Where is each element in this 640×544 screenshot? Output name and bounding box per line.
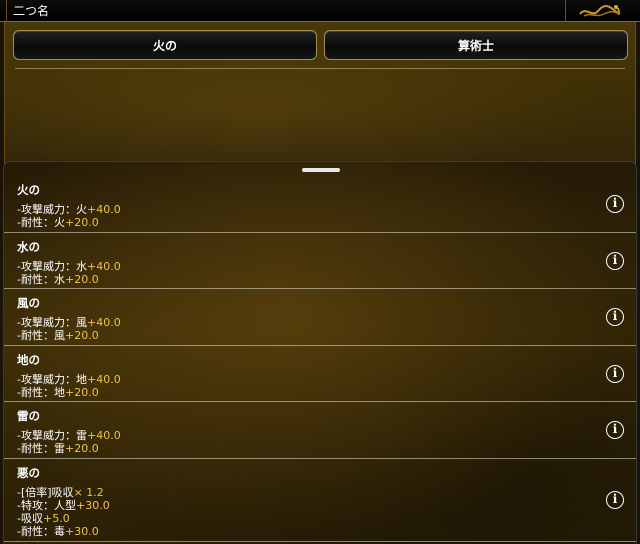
item-effects: -攻撃威力：水+40.0 -耐性：水+20.0	[17, 260, 121, 286]
info-icon[interactable]: i	[606, 308, 624, 326]
effect-label: -吸収	[17, 511, 43, 525]
item-effects: -[倍率]吸収× 1.2 -特攻：人型+30.0 -吸収+5.0 -耐性：毒+3…	[17, 486, 110, 538]
item-title: 雷の	[17, 409, 40, 423]
effect-label: -耐性：地	[17, 385, 65, 399]
effect-label: -耐性：火	[17, 216, 65, 229]
info-icon[interactable]: i	[606, 364, 624, 383]
list-item[interactable]: 雷の -攻撃威力：雷+40.0 -耐性：雷+20.0 i	[4, 402, 636, 459]
item-title: 火の	[17, 183, 40, 197]
list-item[interactable]: 地の -攻撃威力：地+40.0 -耐性：地+20.0 i	[4, 346, 636, 402]
list-item[interactable]: 水の -攻撃威力：水+40.0 -耐性：水+20.0 i	[4, 233, 636, 289]
effect-label: -耐性：雷	[17, 442, 65, 455]
item-effects: -攻撃威力：火+40.0 -耐性：火+20.0	[17, 203, 121, 229]
effect-value: +40.0	[86, 429, 121, 442]
item-title: 水の	[17, 239, 40, 254]
page-title: 二つ名	[6, 0, 566, 22]
item-effects: -攻撃威力：雷+40.0 -耐性：雷+20.0	[17, 429, 121, 455]
effect-label: -耐性：毒	[17, 524, 65, 538]
effect-label: -攻撃威力：雷	[17, 429, 87, 442]
dragon-ornament-icon	[579, 5, 621, 17]
effect-label: -攻撃威力：地	[17, 372, 87, 386]
tab-first-name[interactable]: 火の	[13, 30, 317, 60]
item-title: 地の	[17, 352, 40, 367]
effect-value: +20.0	[64, 216, 99, 229]
info-icon[interactable]: i	[606, 421, 624, 439]
effect-value: +5.0	[42, 511, 70, 525]
effect-label: -[倍率]吸収	[17, 485, 74, 499]
list-item[interactable]: 悪の -[倍率]吸収× 1.2 -特攻：人型+30.0 -吸収+5.0 -耐性：…	[4, 459, 636, 542]
effect-label: -耐性：水	[17, 272, 65, 286]
effect-value: +20.0	[64, 272, 99, 286]
effect-label: -攻撃威力：風	[17, 316, 87, 329]
effect-value: +20.0	[64, 329, 99, 342]
header-bar: 二つ名	[0, 0, 640, 22]
title-option-list: 火の -攻撃威力：火+40.0 -耐性：火+20.0 i 水の -攻撃威力：水+…	[4, 176, 636, 542]
effect-label: -攻撃威力：火	[17, 203, 87, 216]
effect-value: +40.0	[86, 259, 121, 273]
effect-value: +40.0	[86, 316, 121, 329]
selection-panel: 火の 算術士	[4, 22, 636, 164]
effect-value: +30.0	[64, 524, 99, 538]
list-item[interactable]: 火の -攻撃威力：火+40.0 -耐性：火+20.0 i	[4, 176, 636, 233]
effect-value: +40.0	[86, 372, 121, 386]
item-effects: -攻撃威力：風+40.0 -耐性：風+20.0	[17, 316, 121, 342]
effect-value: +20.0	[64, 442, 99, 455]
effect-label: -耐性：風	[17, 329, 65, 342]
list-item[interactable]: 風の -攻撃威力：風+40.0 -耐性：風+20.0 i	[4, 289, 636, 346]
effect-value: +30.0	[75, 498, 110, 512]
info-icon[interactable]: i	[606, 251, 624, 270]
effect-value: +40.0	[86, 203, 121, 216]
info-icon[interactable]: i	[606, 490, 624, 509]
effect-label: -特攻：人型	[17, 498, 76, 512]
tab-second-name[interactable]: 算術士	[324, 30, 628, 60]
info-icon[interactable]: i	[606, 195, 624, 213]
bottom-sheet: 火の -攻撃威力：火+40.0 -耐性：火+20.0 i 水の -攻撃威力：水+…	[3, 161, 637, 544]
divider	[15, 68, 625, 69]
item-title: 風の	[17, 296, 40, 310]
effect-value: +20.0	[64, 385, 99, 399]
item-title: 悪の	[17, 465, 40, 480]
effect-label: -攻撃威力：水	[17, 259, 87, 273]
effect-value: × 1.2	[73, 485, 104, 499]
sheet-drag-handle[interactable]	[302, 168, 340, 172]
item-effects: -攻撃威力：地+40.0 -耐性：地+20.0	[17, 373, 121, 399]
